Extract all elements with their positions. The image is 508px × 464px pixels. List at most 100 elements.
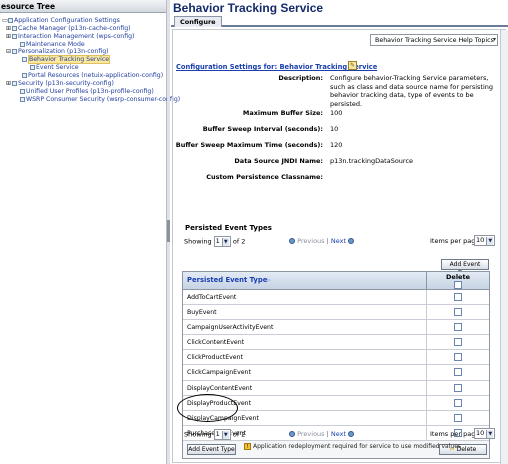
tree-node-label: Unified User Profiles (p13n-profile-conf… [26,88,154,95]
max-buffer-size-label: Maximum Buffer Size: [242,109,323,117]
page-select[interactable]: 1 ▼ [213,236,231,247]
resource-tree-header: esource Tree [0,0,166,13]
page-title: Behavior Tracking Service [173,1,324,15]
page-of-label: of 2 [232,237,246,246]
delete-header-label: Delete [446,273,470,281]
event-type-name: ClickCampaignEvent [187,369,251,377]
tree-node-label: Personalization (p13n-config) [18,48,109,55]
sort-icon: ▹ [267,276,271,284]
buffer-sweep-interval-value: 10 [330,125,339,133]
buffer-sweep-max-time-value: 120 [330,141,343,149]
items-per-page-select[interactable]: 10 ▼ [474,235,496,246]
edit-pencil-icon[interactable]: ✎ [348,61,357,70]
add-event-type-button-bottom[interactable]: Add Event Type [187,443,236,455]
delete-checkbox[interactable] [454,293,462,301]
page-select[interactable]: 1 ▼ [213,429,231,440]
event-type-name: ClickContentEvent [187,339,245,347]
tree-node[interactable]: Event Service [24,64,79,72]
delete-checkbox[interactable] [454,308,462,317]
tree-node[interactable]: Behavior Tracking Service [16,55,111,64]
description-label: Description: [278,74,323,82]
delete-cell [426,290,489,305]
tree-node-icon [20,89,25,94]
table-body: AddToCartEvent BuyEvent CampaignUserActivi… [183,290,489,441]
next-arrow-icon[interactable] [348,431,355,437]
delete-cell [426,305,489,321]
tree-node-icon [20,97,25,102]
previous-link[interactable]: Previous [297,237,324,245]
pagination-nav: Previous | Next [289,430,355,438]
table-header: Persisted Event Type▹ Delete [183,272,489,290]
tree-node-label: Event Service [36,64,79,71]
tree-node-icon [30,65,35,70]
tree-node[interactable]: Portal Resources (netuix-application-con… [16,72,163,80]
table-row: BuyEvent [183,305,489,321]
tree-node-label: Behavior Tracking Service [28,55,111,64]
configure-panel: Behavior Tracking Service Help Topics ▾ … [172,29,508,464]
help-topics-dropdown[interactable]: Behavior Tracking Service Help Topics ▾ [370,34,498,46]
tree-node[interactable]: ▭ Application Configuration Settings [2,17,120,25]
delete-cell [426,350,489,366]
tree-node[interactable]: WSRP Consumer Security (wsrp-consumer-co… [14,96,180,104]
delete-cell [426,380,489,396]
delete-cell [426,335,489,351]
chevron-down-icon: ▼ [486,237,494,245]
chevron-down-icon: ▼ [486,430,494,438]
tree-node-icon [12,26,17,31]
event-type-name: BuyEvent [187,309,217,317]
jndi-name-label: Data Source JNDI Name: [234,157,323,165]
previous-arrow-icon [289,431,295,437]
jndi-name-value: p13n.trackingDataSource [330,157,414,165]
highlight-circle-annotation [177,394,238,422]
redeploy-note: ! Application redeployment required for s… [244,443,461,450]
max-buffer-size-value: 100 [330,109,343,117]
items-per-page-select[interactable]: 10 ▼ [474,428,496,439]
next-link[interactable]: Next [331,237,346,245]
delete-checkbox[interactable] [454,323,462,332]
table-row: ClickProductEvent [183,350,489,366]
column-header-event-type[interactable]: Persisted Event Type▹ [187,276,271,284]
tree-node[interactable]: ⊞ Interaction Management (wps-config) [6,33,134,41]
tree-node-label: Application Configuration Settings [14,17,120,24]
items-per-page-label: Items per page [430,430,480,438]
pagination-bottom: Showing 1 ▼ of 2 Previous | Next Items pe… [184,428,504,443]
pagination-nav: Previous | Next [289,237,355,245]
pagination-top: Showing 1 ▼ of 2 Previous | Next Items pe… [184,235,504,250]
delete-checkbox[interactable] [454,383,462,392]
previous-link[interactable]: Previous [297,430,324,438]
delete-cell [426,320,489,336]
tab-configure[interactable]: Configure [174,16,222,27]
chevron-down-icon: ▼ [221,431,229,439]
delete-checkbox[interactable] [454,398,462,407]
tree-node-icon [12,49,17,54]
description-value: Configure behavior-Tracking Service para… [330,74,494,108]
select-all-checkbox[interactable] [454,281,462,289]
tree-node-label: Maintenance Mode [26,41,85,48]
table-row: DisplayContentEvent [183,380,489,396]
tree-node-label: Security (p13n-security-config) [18,80,114,87]
tree-node[interactable]: Unified User Profiles (p13n-profile-conf… [14,88,154,96]
tree-node-icon [8,18,13,23]
help-topics-value: Behavior Tracking Service Help Topics [375,37,494,44]
tree-node-icon [12,81,17,86]
buffer-sweep-max-time-label: Buffer Sweep Maximum Time (seconds): [175,141,323,149]
showing-label: Showing [184,237,212,246]
tree-node[interactable]: ⊞ Security (p13n-security-config) [6,80,114,88]
event-type-name: CampaignUserActivityEvent [187,324,274,332]
resource-tree-panel: esource Tree ▭ Application Configuration … [0,0,180,464]
delete-checkbox[interactable] [454,413,462,422]
add-event-type-button-top[interactable]: Add Event Type [441,259,489,277]
splitter-grip-icon[interactable] [167,220,170,242]
next-link[interactable]: Next [331,430,346,438]
next-arrow-icon[interactable] [348,238,355,244]
event-type-name: DisplayContentEvent [187,384,253,392]
warning-icon: ! [244,443,251,450]
vertical-scrollbar[interactable] [500,30,508,464]
delete-checkbox[interactable] [454,368,462,377]
tree-node[interactable]: ⊞ Cache Manager (p13n-cache-config) [6,25,131,33]
page-of-label: of 2 [232,430,246,439]
event-type-name: AddToCartEvent [187,294,237,301]
tree-node-icon [20,42,25,47]
delete-checkbox[interactable] [454,338,462,347]
delete-checkbox[interactable] [454,353,462,362]
